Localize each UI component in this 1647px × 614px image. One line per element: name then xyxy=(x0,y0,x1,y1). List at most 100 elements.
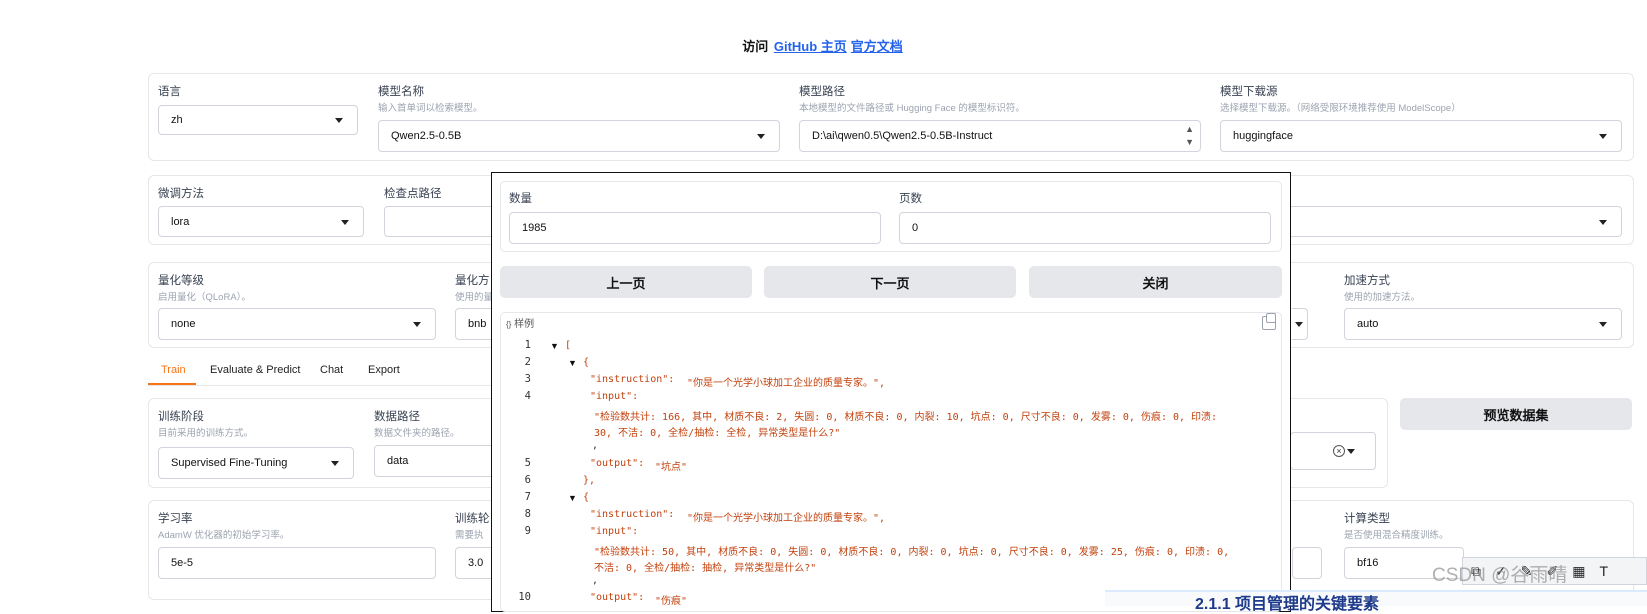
chevron-down-icon xyxy=(1599,134,1607,139)
dataset-select[interactable]: × xyxy=(1290,432,1376,470)
language-label: 语言 xyxy=(158,86,181,98)
text-icon[interactable]: T xyxy=(1599,563,1608,579)
clear-icon[interactable]: × xyxy=(1333,445,1345,457)
data-path-hint: 数据文件夹的路径。 xyxy=(374,428,460,439)
mosaic-icon[interactable]: ▦ xyxy=(1572,563,1585,580)
collapse-toggle-icon[interactable]: ▼ xyxy=(568,358,577,368)
model-name-label: 模型名称 xyxy=(378,86,424,98)
code-value: "伤痕" xyxy=(655,596,688,607)
code-brace: { xyxy=(583,492,590,503)
quant-method-label: 量化方 xyxy=(455,275,490,287)
data-path-input[interactable]: data xyxy=(374,445,494,477)
chevron-down-icon xyxy=(341,219,349,225)
tab-export[interactable]: Export xyxy=(368,364,400,376)
fragment-heading: 2.1.1 项目管理的关键要素 xyxy=(1195,596,1380,613)
code-value: "坑点" xyxy=(655,462,688,473)
model-path-input[interactable]: D:\ai\qwen0.5\Qwen2.5-0.5B-Instruct ▲ ▼ xyxy=(799,120,1201,152)
code-tag: {} 样例 xyxy=(506,319,535,330)
chevron-down-icon xyxy=(1599,219,1607,225)
quant-level-select[interactable]: none xyxy=(158,308,436,340)
cutoff-input[interactable] xyxy=(1292,547,1322,579)
quant-level-label: 量化等级 xyxy=(158,275,204,287)
chevron-down-icon xyxy=(1599,322,1607,327)
compute-hint: 是否使用混合精度训练。 xyxy=(1344,530,1449,541)
data-path-label: 数据路径 xyxy=(374,411,420,423)
stage-label: 训练阶段 xyxy=(158,411,204,423)
tab-evaluate[interactable]: Evaluate & Predict xyxy=(210,364,301,376)
code-key: "instruction": xyxy=(590,509,675,520)
quant-method-hint: 使用的量 xyxy=(455,292,494,303)
preview-dataset-button[interactable]: 预览数据集 xyxy=(1400,398,1632,430)
code-value: "检验数共计: 166, 其中, 材质不良: 2, 失圆: 0, 材质不良: 0… xyxy=(594,412,1218,423)
active-tab-indicator xyxy=(148,383,196,385)
prev-page-button[interactable]: 上一页 xyxy=(500,266,752,298)
lr-input[interactable]: 5e-5 xyxy=(158,547,436,579)
model-source-label: 模型下载源 xyxy=(1220,86,1278,98)
model-name-hint: 输入首单词以检索模型。 xyxy=(378,103,483,114)
model-name-select[interactable]: Qwen2.5-0.5B xyxy=(378,120,780,152)
rope-select[interactable] xyxy=(1292,308,1308,340)
next-page-button[interactable]: 下一页 xyxy=(764,266,1016,298)
line-number: 2 xyxy=(524,356,531,368)
code-key: "input": xyxy=(590,526,639,537)
braces-icon: {} xyxy=(506,320,512,329)
accel-hint: 使用的加速方法。 xyxy=(1344,292,1421,303)
stage-hint: 目前采用的训练方式。 xyxy=(158,428,254,439)
copy-icon[interactable] xyxy=(1262,313,1276,330)
stage-select[interactable]: Supervised Fine-Tuning xyxy=(158,447,354,479)
code-value: 不洁: 0, 全检/抽检: 抽检, 异常类型是什么?" xyxy=(594,563,817,574)
code-value: "你是一个光学小球加工企业的质量专家。", xyxy=(687,378,886,389)
spin-arrows-icon[interactable]: ▲ ▼ xyxy=(1185,123,1194,149)
tab-train[interactable]: Train xyxy=(161,364,186,376)
quant-method-select[interactable]: bnb xyxy=(455,308,495,340)
code-brace: }, xyxy=(583,475,596,486)
code-value: "检验数共计: 50, 其中, 材质不良: 0, 失圆: 0, 材质不良: 0,… xyxy=(594,547,1230,558)
model-source-select[interactable]: huggingface xyxy=(1220,120,1622,152)
underlying-page-fragment: 2.1.1 项目管理的关键要素 xyxy=(1105,590,1647,613)
watermark: CSDN @谷雨晴 xyxy=(1432,565,1568,586)
page-title-strip xyxy=(0,0,1647,12)
epochs-input[interactable]: 3.0 xyxy=(455,547,495,579)
collapse-toggle-icon[interactable]: ▼ xyxy=(568,493,577,503)
model-path-hint: 本地模型的文件路径或 Hugging Face 的模型标识符。 xyxy=(799,103,1025,114)
checkpoint-select[interactable] xyxy=(384,206,494,237)
accel-select[interactable]: auto xyxy=(1344,308,1622,340)
visit-links: 访问 GitHub 主页 官方文档 xyxy=(0,36,1647,55)
model-path-label: 模型路径 xyxy=(799,86,845,98)
chevron-down-icon xyxy=(413,322,421,327)
line-number: 10 xyxy=(518,591,531,603)
code-comma: , xyxy=(592,440,599,451)
code-key: "output": xyxy=(590,592,645,603)
count-label: 数量 xyxy=(509,193,532,205)
docs-link[interactable]: 官方文档 xyxy=(851,39,903,54)
language-select[interactable]: zh xyxy=(158,105,358,135)
code-comma: , xyxy=(592,575,599,586)
chevron-down-icon xyxy=(331,461,339,466)
page-label: 页数 xyxy=(899,193,922,205)
line-number: 7 xyxy=(524,491,531,503)
finetune-label: 微调方法 xyxy=(158,188,204,200)
close-button[interactable]: 关闭 xyxy=(1029,266,1282,298)
tab-chat[interactable]: Chat xyxy=(320,364,343,376)
chevron-down-icon xyxy=(757,134,765,139)
page-field: 0 xyxy=(899,212,1271,244)
code-key: "output": xyxy=(590,458,645,469)
accel-label: 加速方式 xyxy=(1344,275,1390,287)
line-number: 3 xyxy=(524,373,531,385)
code-key: "input": xyxy=(590,391,639,402)
model-source-hint: 选择模型下载源。（网络受限环境推荐使用 ModelScope） xyxy=(1220,103,1461,114)
code-bracket: [ xyxy=(565,340,572,351)
visit-prefix: 访问 xyxy=(742,39,769,54)
finetune-select[interactable]: lora xyxy=(158,206,364,237)
github-link[interactable]: GitHub 主页 xyxy=(774,39,847,54)
chevron-down-icon xyxy=(335,118,343,123)
count-field: 1985 xyxy=(509,212,881,244)
chevron-down-icon xyxy=(1295,322,1303,327)
checkpoint-label: 检查点路径 xyxy=(384,188,442,200)
epochs-label: 训练轮 xyxy=(455,513,490,525)
collapse-toggle-icon[interactable]: ▼ xyxy=(550,341,559,351)
chevron-down-icon xyxy=(1347,449,1355,454)
adapter-select[interactable] xyxy=(1280,206,1622,237)
line-number: 6 xyxy=(524,474,531,486)
epochs-hint: 需要执 xyxy=(455,530,484,541)
